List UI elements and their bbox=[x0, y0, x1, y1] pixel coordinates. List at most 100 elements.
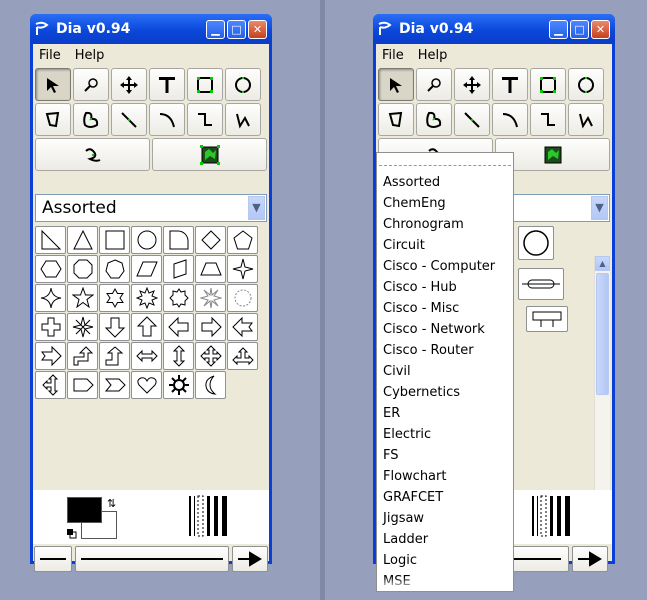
sheet-option[interactable]: Assorted bbox=[377, 172, 513, 193]
close-button[interactable]: ✕ bbox=[591, 19, 610, 39]
polygon-tool-button[interactable] bbox=[35, 103, 71, 136]
shape-button[interactable] bbox=[35, 371, 66, 399]
sheet-option[interactable]: Ladder bbox=[377, 529, 513, 550]
shape-button[interactable] bbox=[195, 284, 226, 312]
beziergon-tool-button[interactable] bbox=[416, 103, 452, 136]
sheet-option[interactable]: ER bbox=[377, 403, 513, 424]
sheet-option[interactable]: Jigsaw bbox=[377, 508, 513, 529]
color-area[interactable]: ⇅ bbox=[67, 497, 119, 539]
shape-button[interactable] bbox=[131, 313, 162, 341]
shape-button[interactable] bbox=[227, 313, 258, 341]
polygon-tool-button[interactable] bbox=[378, 103, 414, 136]
default-colors-icon[interactable] bbox=[67, 529, 77, 539]
shape-button[interactable] bbox=[99, 371, 130, 399]
shape-button[interactable] bbox=[131, 371, 162, 399]
shape-button[interactable] bbox=[227, 255, 258, 283]
shape-button[interactable] bbox=[67, 313, 98, 341]
line-width-icon[interactable] bbox=[185, 494, 235, 538]
sheet-option[interactable]: Cisco - Computer bbox=[377, 256, 513, 277]
shape-button[interactable] bbox=[163, 313, 194, 341]
shape-button[interactable] bbox=[518, 226, 554, 260]
zigzag-tool-button[interactable] bbox=[187, 103, 223, 136]
menu-file[interactable]: File bbox=[39, 48, 61, 63]
shape-button[interactable] bbox=[163, 226, 194, 254]
sheet-option[interactable]: FS bbox=[377, 445, 513, 466]
shape-button[interactable] bbox=[67, 226, 98, 254]
box-tool-button[interactable] bbox=[530, 68, 566, 101]
sheet-option[interactable]: Civil bbox=[377, 361, 513, 382]
shape-button[interactable] bbox=[163, 284, 194, 312]
sheet-option[interactable]: GRAFCET bbox=[377, 487, 513, 508]
shape-button[interactable] bbox=[195, 313, 226, 341]
shape-button[interactable] bbox=[67, 284, 98, 312]
start-arrow-button[interactable] bbox=[34, 546, 72, 572]
shape-button[interactable] bbox=[195, 226, 226, 254]
magnify-tool-button[interactable] bbox=[416, 68, 452, 101]
zigzag-tool-button[interactable] bbox=[530, 103, 566, 136]
shape-button[interactable] bbox=[518, 268, 564, 300]
box-tool-button[interactable] bbox=[187, 68, 223, 101]
shape-button[interactable] bbox=[35, 284, 66, 312]
shape-button[interactable] bbox=[227, 226, 258, 254]
sheet-option[interactable]: Cisco - Hub bbox=[377, 277, 513, 298]
shape-button[interactable] bbox=[35, 226, 66, 254]
bezier-tool-button[interactable] bbox=[35, 138, 150, 171]
line-width-icon[interactable] bbox=[528, 494, 578, 538]
shape-button[interactable] bbox=[131, 255, 162, 283]
sheet-option[interactable]: Logic bbox=[377, 550, 513, 571]
sheet-option[interactable]: Electric bbox=[377, 424, 513, 445]
shape-button[interactable] bbox=[227, 342, 258, 370]
shape-button[interactable] bbox=[35, 255, 66, 283]
polyline-tool-button[interactable] bbox=[225, 103, 261, 136]
shape-button[interactable] bbox=[67, 371, 98, 399]
shape-button[interactable] bbox=[99, 255, 130, 283]
sheet-option[interactable]: ChemEng bbox=[377, 193, 513, 214]
maximize-button[interactable]: □ bbox=[227, 19, 246, 39]
ellipse-tool-button[interactable] bbox=[225, 68, 261, 101]
select-tool-button[interactable] bbox=[378, 68, 414, 101]
sheet-selector[interactable]: Assorted ▼ bbox=[35, 194, 267, 222]
arc-tool-button[interactable] bbox=[149, 103, 185, 136]
sheet-option[interactable]: Cisco - Router bbox=[377, 340, 513, 361]
shape-button[interactable] bbox=[67, 342, 98, 370]
shape-button[interactable] bbox=[131, 226, 162, 254]
shape-button[interactable] bbox=[163, 371, 194, 399]
shape-scrollbar[interactable]: ▲ bbox=[594, 256, 610, 518]
close-button[interactable]: ✕ bbox=[248, 19, 267, 39]
ellipse-tool-button[interactable] bbox=[568, 68, 604, 101]
shape-button[interactable] bbox=[195, 255, 226, 283]
text-tool-button[interactable] bbox=[149, 68, 185, 101]
swap-colors-icon[interactable]: ⇅ bbox=[107, 497, 116, 510]
title-bar[interactable]: Dia v0.94 ▁ □ ✕ bbox=[373, 14, 615, 44]
shape-button[interactable] bbox=[163, 342, 194, 370]
chevron-down-icon[interactable]: ▼ bbox=[591, 196, 608, 220]
shape-button[interactable] bbox=[131, 342, 162, 370]
shape-button[interactable] bbox=[195, 342, 226, 370]
end-arrow-button[interactable] bbox=[572, 546, 608, 572]
sheet-option[interactable]: Cybernetics bbox=[377, 382, 513, 403]
scroll-up-icon[interactable]: ▲ bbox=[595, 256, 610, 271]
shape-button[interactable] bbox=[131, 284, 162, 312]
select-tool-button[interactable] bbox=[35, 68, 71, 101]
line-tool-button[interactable] bbox=[111, 103, 147, 136]
shape-button[interactable] bbox=[35, 313, 66, 341]
move-tool-button[interactable] bbox=[454, 68, 490, 101]
text-tool-button[interactable] bbox=[492, 68, 528, 101]
shape-button[interactable] bbox=[99, 313, 130, 341]
shape-button[interactable] bbox=[99, 284, 130, 312]
line-tool-button[interactable] bbox=[454, 103, 490, 136]
title-bar[interactable]: Dia v0.94 ▁ □ ✕ bbox=[30, 14, 272, 44]
shape-button[interactable] bbox=[67, 255, 98, 283]
maximize-button[interactable]: □ bbox=[570, 19, 589, 39]
sheet-option[interactable]: Flowchart bbox=[377, 466, 513, 487]
image-tool-button[interactable] bbox=[152, 138, 267, 171]
menu-help[interactable]: Help bbox=[418, 48, 448, 63]
chevron-down-icon[interactable]: ▼ bbox=[248, 196, 265, 220]
arc-tool-button[interactable] bbox=[492, 103, 528, 136]
minimize-button[interactable]: ▁ bbox=[549, 19, 568, 39]
line-style-button[interactable] bbox=[75, 546, 229, 572]
minimize-button[interactable]: ▁ bbox=[206, 19, 225, 39]
menu-help[interactable]: Help bbox=[75, 48, 105, 63]
shape-button[interactable] bbox=[227, 284, 258, 312]
foreground-color-swatch[interactable] bbox=[67, 497, 102, 523]
